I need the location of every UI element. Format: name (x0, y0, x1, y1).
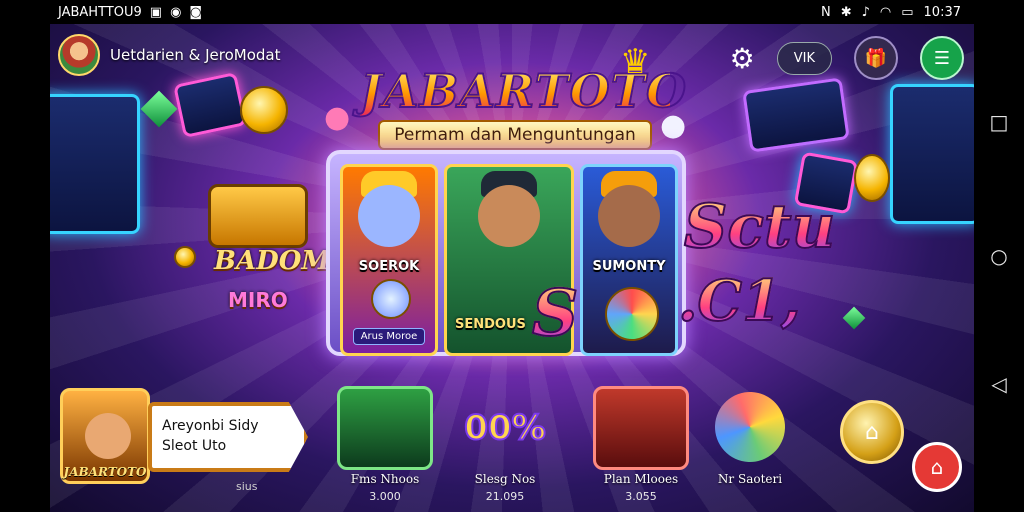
coin-icon (240, 86, 288, 134)
character-icon (478, 185, 540, 247)
chat-icon: ◙ (189, 4, 203, 20)
card-label: SOEROK (358, 259, 420, 274)
pig-mascot-icon: ● (324, 100, 351, 135)
player-portrait: JABARTOTO (60, 388, 150, 484)
menu-icon: ☰ (933, 47, 951, 69)
hanger-button[interactable]: ⌂ (840, 400, 904, 464)
game-screen: Uetdarien & JeroModat ⚙ VIK 🎁 ☰ JABARTOT… (50, 24, 974, 512)
game-tile[interactable]: 00% Slesg Nos 21.095 (450, 386, 560, 503)
promo-text-line1: Sctu (683, 191, 836, 263)
status-app-name: JABAHTTOU9 (58, 4, 142, 20)
navigation-bar: □ ○ ◁ (974, 0, 1024, 512)
home-fab-button[interactable]: ⌂ (912, 442, 962, 492)
player-tag: JABARTOTO (63, 465, 147, 479)
bottom-small-label: sius (236, 480, 258, 493)
home-icon: ⌂ (930, 455, 944, 479)
nfc-icon: N (820, 4, 831, 20)
tile-value: 3.055 (625, 490, 657, 503)
mute-icon: ♪ (861, 4, 870, 20)
treasure-chest-icon (208, 184, 308, 248)
wifi-icon: ◠ (879, 4, 892, 20)
crown-icon: ♛ (620, 42, 651, 82)
vip-button[interactable]: VIK (776, 41, 832, 75)
card-sublabel: Arus Moroe (353, 328, 425, 345)
tile-value: 3.000 (369, 490, 401, 503)
coin-icon (854, 154, 890, 202)
tile-art (705, 382, 795, 472)
tile-value: 21.095 (485, 490, 525, 503)
gift-button[interactable]: 🎁 (854, 36, 898, 80)
coin-icon (174, 246, 196, 268)
game-tile[interactable]: Nr Saoteri (700, 382, 800, 486)
player-line2: Sleot Uto (162, 438, 227, 454)
player-face-icon (85, 413, 131, 459)
tile-art: 00% (457, 386, 553, 470)
tile-art (593, 386, 689, 470)
status-time: 10:37 (923, 4, 961, 20)
back-button[interactable]: ◁ (991, 372, 1006, 396)
bluetooth-icon: ✱ (840, 4, 852, 20)
chip-icon (605, 287, 659, 341)
player-line1: Areyonbi Sidy (162, 418, 259, 434)
player-card[interactable]: JABARTOTO Areyonbi Sidy Sleot Uto (60, 388, 310, 484)
featured-games-panel: SOEROK Arus Moroe SENDOUS SUMONTY (326, 150, 686, 356)
tile-label: Plan Mlooes (603, 472, 679, 486)
slot-machine-left (50, 94, 140, 234)
game-card[interactable]: SUMONTY (580, 164, 678, 356)
top-toolbar: ⚙ VIK 🎁 ☰ (730, 36, 964, 80)
profile-name: Uetdarien & JeroModat (110, 46, 281, 64)
card-label: SUMONTY (592, 259, 666, 274)
coin-icon (371, 279, 411, 319)
location-icon: ◉ (170, 4, 182, 20)
player-banner: Areyonbi Sidy Sleot Uto (148, 402, 308, 472)
recents-button[interactable]: □ (990, 110, 1009, 134)
battery-icon: ▭ (901, 4, 914, 20)
tile-label: Nr Saoteri (717, 472, 783, 486)
game-tile[interactable]: Fms Nhoos 3.000 (330, 386, 440, 503)
hanger-icon: ⌂ (865, 419, 879, 445)
logo-subtitle: Permam dan Menguntungan (378, 120, 652, 150)
avatar[interactable] (58, 34, 100, 76)
game-card[interactable]: SOEROK Arus Moroe (340, 164, 438, 356)
tile-badge: 00% (463, 407, 546, 449)
tile-label: Slesg Nos (474, 472, 536, 486)
character-icon (358, 185, 420, 247)
tile-art (337, 386, 433, 470)
home-button[interactable]: ○ (990, 244, 1007, 268)
small-logo-label: MIRO (228, 288, 288, 312)
status-bar: JABAHTTOU9 ▣ ◉ ◙ N ✱ ♪ ◠ ▭ 10:37 (0, 0, 975, 24)
unicorn-mascot-icon: ● (660, 108, 687, 143)
tile-label: Fms Nhoos (350, 472, 420, 486)
slot-s-letter: S (531, 275, 579, 352)
menu-button[interactable]: ☰ (920, 36, 964, 80)
promo-text-line2: .C1, (677, 267, 802, 335)
chest-label: BADOM (214, 246, 331, 276)
game-tile[interactable]: Plan Mlooes 3.055 (586, 386, 696, 503)
character-icon (598, 185, 660, 247)
gear-icon[interactable]: ⚙ (730, 42, 755, 75)
player-profile[interactable]: Uetdarien & JeroModat (58, 34, 281, 76)
notification-icon: ▣ (149, 4, 163, 20)
gift-icon: 🎁 (864, 47, 888, 69)
slot-machine-right (890, 84, 974, 224)
